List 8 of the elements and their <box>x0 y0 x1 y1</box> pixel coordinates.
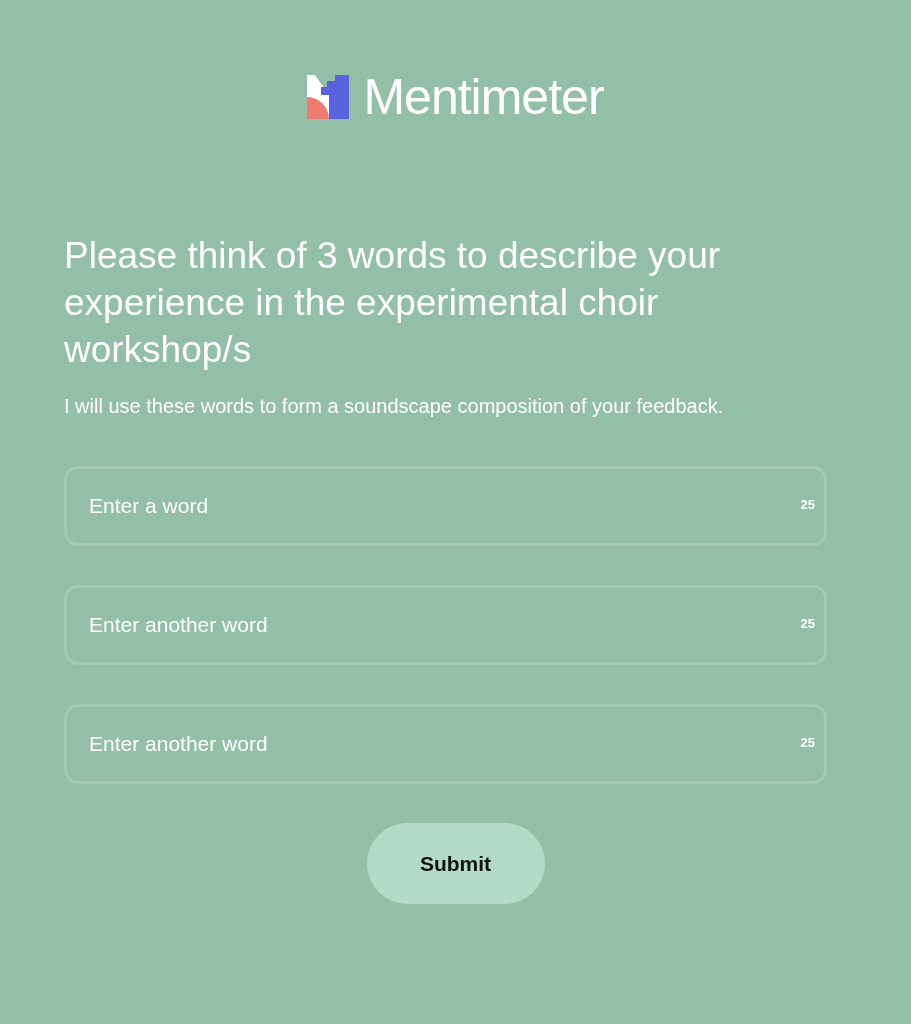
logo-text: Mentimeter <box>363 70 604 124</box>
question-title: Please think of 3 words to describe your experience in the experimental choir workshop/s <box>64 234 722 372</box>
logo-icon <box>307 75 350 119</box>
character-counter: 25 <box>800 497 815 512</box>
character-counter: 25 <box>800 735 815 750</box>
question-description: I will use these words to form a soundscape composition of your feedback. <box>64 394 725 419</box>
character-counter: 25 <box>800 616 815 631</box>
submit-button[interactable]: Submit <box>366 823 545 904</box>
